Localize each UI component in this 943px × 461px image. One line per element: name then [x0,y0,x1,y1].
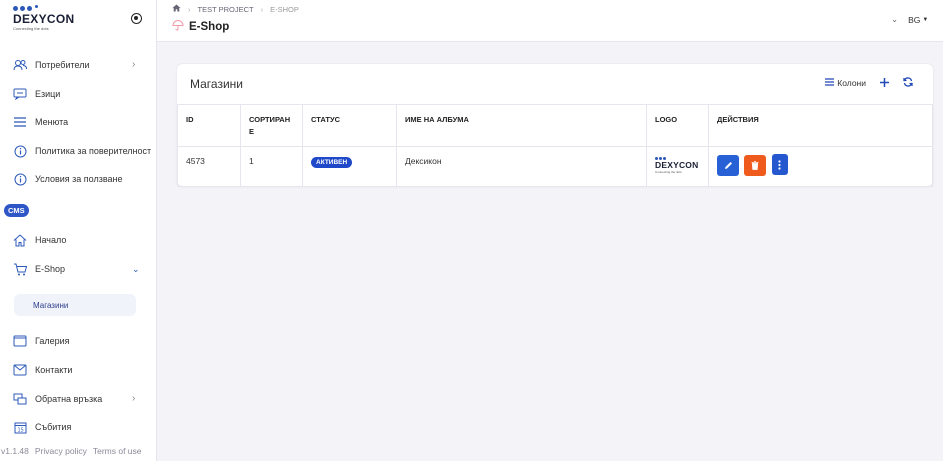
column-header-album-name[interactable]: ИМЕ НА АЛБУМА [396,104,647,147]
sidebar-item-privacy[interactable]: Политика за поверителност [0,140,156,162]
stores-card: Магазини Колони ID СОРТИРАН Е СТАТУС ИМЕ… [177,64,933,187]
umbrella-icon [172,20,184,34]
column-header-status[interactable]: СТАТУС [302,104,397,147]
sidebar-item-label: Начало [35,235,67,245]
contacts-icon [13,363,27,377]
sidebar-item-home[interactable]: Начало [0,229,156,251]
sidebar-item-eshop[interactable]: E-Shop ⌄ [0,258,156,280]
page-title-text: E-Shop [189,21,230,33]
feedback-icon [13,392,27,406]
breadcrumb-item: E-SHOP [270,4,299,14]
sidebar: DEXYCON Connecting the dots Потребители … [0,0,157,461]
language-selector[interactable]: ⌄ BG ▼ [891,14,928,25]
cell-album-name: Дексикон [396,146,647,187]
logo-dots [13,5,74,12]
sidebar-item-label: Контакти [35,365,73,375]
logo-tagline: Connecting the dots [13,26,49,31]
refresh-icon[interactable] [903,77,913,89]
sidebar-item-gallery[interactable]: Галерия [0,330,156,352]
sidebar-subitem-stores[interactable]: Магазини [14,294,136,316]
sidebar-item-label: Менюта [35,117,69,127]
trash-icon [751,160,759,170]
sidebar-item-label: Галерия [35,336,70,346]
store-logo-text: DEXYCON [655,160,699,170]
sidebar-item-events[interactable]: 15 Събития [0,416,156,438]
column-header-sort[interactable]: СОРТИРАН Е [240,104,303,147]
top-bar: › TEST PROJECT › E-SHOP E-Shop ⌄ BG ▼ [157,0,943,42]
table-row[interactable]: 4573 1 АКТИВЕН Дексикон DEXYCON Connecti… [177,146,933,187]
chevron-right-icon: › [132,393,136,404]
home-icon [13,233,27,247]
columns-button[interactable]: Колони [825,78,866,88]
menu-icon [13,115,27,129]
sidebar-item-menus[interactable]: Менюта [0,111,156,133]
store-logo: DEXYCON Connecting the dots [655,156,700,174]
logo-text: DEXYCON [13,12,75,26]
users-icon [13,58,27,72]
calendar-icon: 15 [13,420,27,434]
breadcrumb: › TEST PROJECT › E-SHOP [172,4,299,14]
sidebar-item-languages[interactable]: Езици [0,83,156,105]
version-label: v1.1.48 [1,445,29,456]
pencil-icon [724,161,732,169]
sidebar-item-label: Условия за ползване [35,174,123,184]
more-options-button[interactable] [771,154,788,175]
breadcrumb-separator: › [260,4,264,14]
privacy-link[interactable]: Privacy policy [35,446,87,456]
sidebar-item-label: E-Shop [35,264,66,274]
sidebar-item-contacts[interactable]: Контакти [0,359,156,381]
status-badge: АКТИВЕН [311,157,353,168]
chevron-down-icon[interactable]: ⌄ [891,14,898,25]
cell-sort: 1 [240,146,303,187]
svg-text:15: 15 [17,427,23,433]
gallery-icon [13,334,27,348]
chevron-down-icon: ⌄ [132,264,140,274]
terms-link[interactable]: Terms of use [93,446,142,456]
breadcrumb-separator: › [188,4,191,14]
sidebar-item-users[interactable]: Потребители › [0,54,156,76]
add-icon[interactable] [880,77,889,89]
sidebar-item-label: Политика за поверителност [35,146,152,156]
column-header-id[interactable]: ID [177,104,241,147]
language-label[interactable]: BG [908,15,920,25]
sidebar-item-feedback[interactable]: Обратна връзка › [0,388,156,410]
cell-logo: DEXYCON Connecting the dots [646,146,709,187]
cell-status: АКТИВЕН [302,146,397,187]
sidebar-item-terms[interactable]: Условия за ползване [0,168,156,190]
sidebar-item-label: Езици [35,89,61,99]
page-title: E-Shop [172,20,229,34]
caret-down-icon: ▼ [922,16,929,23]
stores-table: ID СОРТИРАН Е СТАТУС ИМЕ НА АЛБУМА LOGO … [177,104,933,187]
chevron-right-icon: › [132,59,136,70]
columns-icon [825,78,835,88]
cms-badge: CMS [4,204,29,217]
cell-actions [708,146,933,187]
info-icon [13,172,27,186]
sidebar-subitem-label: Магазини [33,300,69,310]
edit-button[interactable] [717,154,739,176]
sidebar-toggle-icon[interactable] [131,13,142,24]
card-title: Магазини [190,77,243,91]
store-logo-tagline: Connecting the dots [655,170,682,174]
cart-icon [13,262,27,276]
sidebar-footer: v1.1.48 Privacy policy Terms of use [0,440,157,461]
cell-id: 4573 [177,146,241,187]
card-toolbar: Колони [825,77,913,89]
columns-label: Колони [837,78,866,88]
brand-logo[interactable]: DEXYCON Connecting the dots [13,5,74,31]
sidebar-item-label: Събития [35,422,72,432]
delete-button[interactable] [744,154,767,176]
table-header-row: ID СОРТИРАН Е СТАТУС ИМЕ НА АЛБУМА LOGO … [177,104,933,147]
home-icon[interactable] [172,4,181,14]
languages-icon [13,87,27,101]
sidebar-item-label: Потребители [35,60,90,70]
breadcrumb-item[interactable]: TEST PROJECT [198,5,254,14]
sidebar-item-label: Обратна връзка [35,394,103,404]
column-header-actions: ДЕЙСТВИЯ [708,104,933,147]
info-icon [13,144,27,158]
column-header-logo: LOGO [646,104,709,147]
kebab-icon [778,159,781,170]
